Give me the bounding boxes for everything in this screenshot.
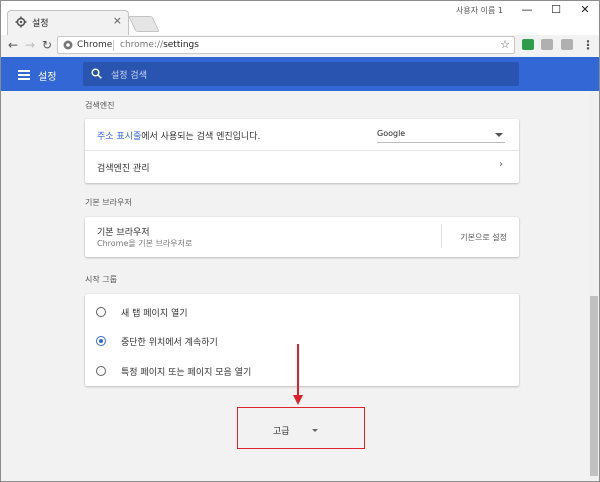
- startup-option[interactable]: 중단한 위치에서 계속하기: [85, 330, 519, 352]
- close-button[interactable]: ✕: [571, 1, 599, 19]
- section-title-startup: 시작 그룹: [85, 275, 117, 284]
- manage-search-engines-label: 검색엔진 관리: [97, 164, 150, 174]
- page-title: 설정: [38, 72, 57, 83]
- forward-icon[interactable]: →: [22, 37, 38, 53]
- title-bar: 설정 × 사용자 이름 1 — ☐ ✕: [1, 1, 599, 35]
- scrollbar[interactable]: [589, 91, 599, 481]
- divider: [441, 224, 442, 248]
- back-icon[interactable]: ←: [5, 37, 21, 53]
- startup-option-label: 중단한 위치에서 계속하기: [121, 338, 218, 348]
- tab-close-icon[interactable]: ×: [113, 14, 122, 27]
- search-engine-value: Google: [377, 129, 406, 138]
- section-title-default-browser: 기본 브라우저: [85, 198, 132, 207]
- url-path: settings: [163, 40, 199, 50]
- search-engine-card: 주소 표시줄에서 사용되는 검색 엔진입니다. Google 검색엔진 관리 ›: [85, 119, 519, 183]
- extension-icon[interactable]: [522, 39, 534, 50]
- annotation-arrow-head: [293, 395, 303, 405]
- annotation-arrow: [297, 344, 299, 396]
- search-input[interactable]: 설정 검색: [83, 62, 519, 86]
- search-placeholder: 설정 검색: [111, 71, 147, 81]
- new-tab-button[interactable]: [128, 16, 160, 32]
- reload-icon[interactable]: ↻: [39, 37, 55, 53]
- extension-icon[interactable]: [541, 39, 553, 50]
- tab-title: 설정: [32, 19, 49, 29]
- extension-icon[interactable]: [561, 39, 573, 50]
- url-text[interactable]: chrome://settings: [120, 40, 199, 50]
- manage-search-engines-row[interactable]: 검색엔진 관리 ›: [85, 151, 519, 183]
- section-title-search-engine: 검색엔진: [85, 101, 115, 110]
- radio-button[interactable]: [96, 366, 106, 376]
- profile-name[interactable]: 사용자 이름 1: [456, 5, 503, 16]
- make-default-button[interactable]: 기본으로 설정: [460, 232, 507, 243]
- annotation-highlight-box: [237, 407, 365, 449]
- bookmark-star-icon[interactable]: ☆: [500, 38, 510, 51]
- default-browser-sub: Chrome을 기본 브라우저로: [97, 239, 193, 248]
- startup-option[interactable]: 새 탭 페이지 열기: [85, 301, 519, 323]
- search-engine-text: 에서 사용되는 검색 엔진입니다.: [141, 132, 261, 142]
- startup-card: 새 탭 페이지 열기 중단한 위치에서 계속하기 특정 페이지 또는 페이지 모…: [85, 294, 519, 386]
- search-icon: [91, 68, 102, 79]
- site-chip: Chrome: [77, 40, 113, 50]
- hamburger-menu-icon[interactable]: [18, 70, 30, 80]
- search-engine-row: 주소 표시줄에서 사용되는 검색 엔진입니다. Google: [85, 119, 519, 150]
- minimize-button[interactable]: —: [513, 1, 541, 19]
- startup-option-label: 새 탭 페이지 열기: [121, 309, 188, 319]
- maximize-button[interactable]: ☐: [542, 1, 570, 19]
- url-scheme: chrome://: [120, 40, 164, 50]
- dropdown-caret-icon: [495, 133, 503, 137]
- radio-button[interactable]: [96, 307, 106, 317]
- tab-settings[interactable]: 설정 ×: [7, 10, 129, 35]
- chrome-icon: [63, 40, 73, 50]
- chevron-down-icon[interactable]: [312, 429, 318, 432]
- divider: [113, 40, 114, 51]
- advanced-button[interactable]: 고급: [273, 424, 290, 437]
- browser-window: 설정 × 사용자 이름 1 — ☐ ✕ ← → ↻ Chrome chrome:…: [0, 0, 600, 482]
- default-browser-card: 기본 브라우저 Chrome을 기본 브라우저로 기본으로 설정: [85, 217, 519, 257]
- menu-dots-icon[interactable]: ⋮: [580, 37, 596, 53]
- browser-toolbar: ← → ↻ Chrome chrome://settings ☆ ⋮: [1, 35, 599, 55]
- chevron-right-icon: ›: [499, 159, 503, 170]
- search-engine-description: 주소 표시줄에서 사용되는 검색 엔진입니다.: [97, 129, 260, 142]
- gear-icon: [15, 16, 27, 28]
- address-bar-link[interactable]: 주소 표시줄: [97, 132, 141, 142]
- address-bar[interactable]: Chrome chrome://settings ☆: [57, 36, 515, 54]
- radio-button-selected[interactable]: [96, 336, 106, 346]
- default-browser-label: 기본 브라우저: [97, 228, 150, 238]
- startup-option[interactable]: 특정 페이지 또는 페이지 모음 열기: [85, 360, 519, 382]
- startup-option-label: 특정 페이지 또는 페이지 모음 열기: [121, 368, 252, 378]
- settings-header: 설정 설정 검색: [1, 57, 599, 91]
- scroll-thumb[interactable]: [590, 296, 598, 476]
- search-engine-select[interactable]: Google: [377, 127, 505, 143]
